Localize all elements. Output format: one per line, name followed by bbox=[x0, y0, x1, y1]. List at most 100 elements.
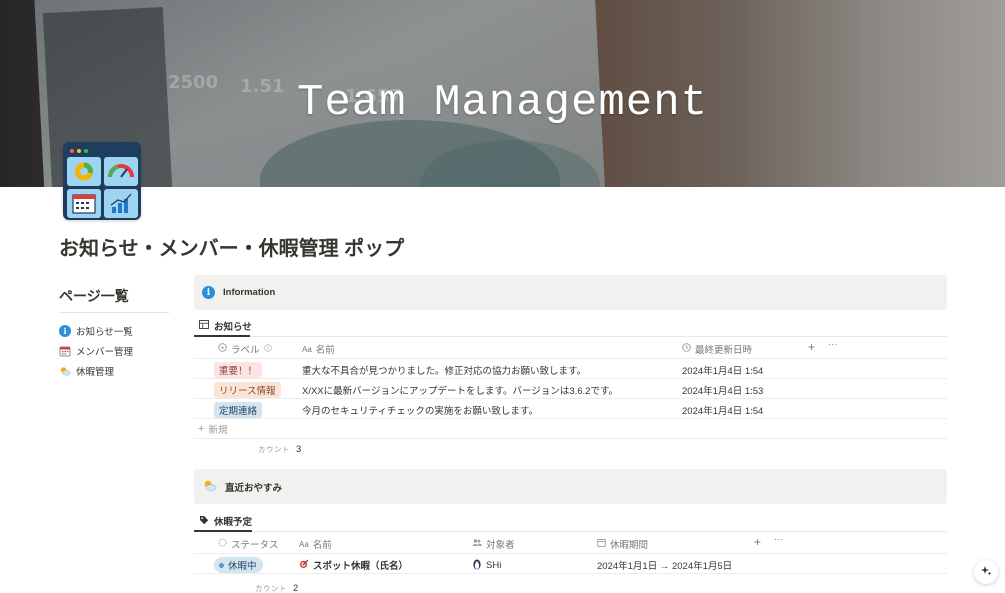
name-text: スポット休暇（氏名） bbox=[313, 561, 409, 572]
nav-item-label: メンバー管理 bbox=[76, 347, 134, 358]
recent-vacation-callout[interactable]: 直近おやすみ bbox=[194, 469, 947, 504]
bar-chart-icon bbox=[104, 189, 138, 218]
table-icon bbox=[199, 320, 209, 332]
active-tab-indicator bbox=[194, 335, 250, 337]
pie-chart-icon bbox=[67, 157, 101, 186]
status-dot-icon bbox=[219, 562, 224, 568]
column-header-text: 休暇期間 bbox=[610, 540, 649, 551]
dashboard-grid bbox=[67, 157, 138, 218]
column-header-text: 対象者 bbox=[486, 540, 515, 551]
person-cell[interactable]: SHi bbox=[472, 558, 501, 573]
count-value: 2 bbox=[293, 583, 299, 593]
tab-announcements[interactable]: お知らせ bbox=[199, 319, 252, 333]
info-outline-icon bbox=[263, 343, 272, 355]
status-text: 休暇中 bbox=[228, 561, 257, 572]
callout-title: 直近おやすみ bbox=[225, 482, 283, 494]
clock-icon bbox=[682, 343, 691, 355]
label-cell[interactable]: 重要！！ bbox=[214, 362, 263, 378]
window-dot-icon bbox=[84, 148, 88, 153]
sparkle-assistant-button[interactable] bbox=[974, 560, 998, 584]
row-count: カウント 3 bbox=[258, 444, 301, 455]
label-tag: 定期連絡 bbox=[214, 402, 263, 418]
name-cell[interactable]: X/XXに最新バージョンにアップデートをします。バージョンは3.6.2です。 bbox=[302, 383, 618, 397]
calendar-grid-icon bbox=[67, 189, 101, 218]
table-row[interactable]: 休暇中 スポット休暇（氏名） SHi 2024年1月1日 → 2024年1月5日 bbox=[194, 554, 947, 574]
table-row[interactable]: リリース情報 X/XXに最新バージョンにアップデートをします。バージョンは3.6… bbox=[194, 379, 947, 399]
period-cell: 2024年1月1日 → 2024年1月5日 bbox=[597, 561, 733, 572]
column-header-name[interactable]: Aa 名前 bbox=[302, 342, 335, 357]
label-tag: リリース情報 bbox=[214, 382, 281, 398]
more-options-button[interactable]: ··· bbox=[774, 534, 784, 545]
column-header-text: 最終更新日時 bbox=[695, 345, 753, 356]
column-header-text: ステータス bbox=[231, 540, 279, 551]
name-cell[interactable]: 重大な不具合が見つかりました。修正対応の協力お願い致します。 bbox=[302, 363, 586, 377]
text-property-icon: Aa bbox=[302, 344, 312, 354]
page-list-heading: ページ一覧 bbox=[59, 286, 169, 313]
window-dot-icon bbox=[70, 148, 74, 153]
nav-item-vacation[interactable]: 休暇管理 bbox=[59, 361, 169, 381]
people-icon bbox=[472, 538, 482, 550]
plus-icon: + bbox=[198, 422, 205, 435]
nav-item-members[interactable]: メンバー管理 bbox=[59, 341, 169, 361]
updated-cell: 2024年1月4日 1:53 bbox=[682, 386, 764, 397]
nav-item-label: お知らせ一覧 bbox=[76, 327, 133, 338]
window-dot-icon bbox=[77, 148, 81, 153]
info-icon: i bbox=[202, 286, 215, 299]
name-cell[interactable]: 今月のセキュリティチェックの実施をお願い致します。 bbox=[302, 403, 538, 417]
column-header-status[interactable]: ステータス bbox=[218, 537, 279, 551]
count-label: カウント bbox=[255, 584, 287, 593]
name-cell[interactable]: スポット休暇（氏名） bbox=[299, 558, 408, 572]
status-property-icon bbox=[218, 538, 227, 550]
select-property-icon bbox=[218, 343, 227, 355]
column-header-period[interactable]: 休暇期間 bbox=[597, 537, 648, 551]
updated-cell: 2024年1月4日 1:54 bbox=[682, 366, 764, 377]
page-cover[interactable]: 2500 1.51 1.657 Team Management bbox=[0, 0, 1005, 187]
information-callout[interactable]: i Information bbox=[194, 275, 947, 310]
person-name: SHi bbox=[486, 560, 502, 571]
nav-item-label: 休暇管理 bbox=[76, 367, 115, 378]
new-row-label: 新規 bbox=[208, 424, 228, 436]
add-property-button[interactable]: + bbox=[808, 340, 815, 354]
column-header-text: 名前 bbox=[315, 345, 335, 356]
add-property-button[interactable]: + bbox=[754, 535, 761, 549]
status-badge: 休暇中 bbox=[214, 557, 263, 573]
vacation-table-header: ステータス Aa 名前 対象者 休暇期間 + ··· bbox=[194, 533, 947, 554]
more-options-button[interactable]: ··· bbox=[828, 339, 838, 350]
info-icon: i bbox=[59, 325, 71, 337]
table-row[interactable]: 重要！！ 重大な不具合が見つかりました。修正対応の協力お願い致します。 2024… bbox=[194, 359, 947, 379]
sun-cloud-icon bbox=[202, 479, 217, 495]
tab-underline bbox=[194, 530, 947, 532]
row-count: カウント 2 bbox=[255, 583, 298, 593]
active-tab-indicator bbox=[194, 530, 252, 532]
column-header-updated[interactable]: 最終更新日時 bbox=[682, 342, 752, 356]
penguin-avatar-icon bbox=[472, 558, 482, 573]
column-header-text: 名前 bbox=[312, 540, 332, 551]
column-header-label[interactable]: ラベル bbox=[218, 342, 272, 356]
callout-title: Information bbox=[223, 287, 276, 298]
dashboard-icon[interactable] bbox=[63, 142, 141, 220]
label-cell[interactable]: 定期連絡 bbox=[214, 402, 263, 418]
column-header-text: ラベル bbox=[231, 345, 260, 356]
calendar-outline-icon bbox=[597, 538, 606, 550]
updated-cell: 2024年1月4日 1:54 bbox=[682, 406, 764, 417]
table-row[interactable]: 定期連絡 今月のセキュリティチェックの実施をお願い致します。 2024年1月4日… bbox=[194, 399, 947, 419]
announcements-table-header: ラベル Aa 名前 最終更新日時 + ··· bbox=[194, 338, 947, 359]
tag-icon bbox=[199, 515, 209, 528]
label-cell[interactable]: リリース情報 bbox=[214, 382, 281, 398]
gauge-icon bbox=[104, 157, 138, 186]
tab-underline bbox=[194, 335, 947, 337]
label-tag: 重要！！ bbox=[214, 362, 263, 378]
count-label: カウント bbox=[258, 445, 290, 454]
page-list-nav: ページ一覧 i お知らせ一覧 メンバー管理 休暇管理 bbox=[59, 286, 169, 381]
column-header-person[interactable]: 対象者 bbox=[472, 537, 515, 551]
window-bar bbox=[67, 146, 137, 155]
text-property-icon: Aa bbox=[299, 539, 309, 549]
tab-vacation-schedule[interactable]: 休暇予定 bbox=[199, 514, 252, 528]
nav-item-announcements[interactable]: i お知らせ一覧 bbox=[59, 321, 169, 341]
count-value: 3 bbox=[296, 444, 302, 455]
sun-cloud-icon bbox=[59, 365, 71, 377]
column-header-name[interactable]: Aa 名前 bbox=[299, 537, 332, 552]
page-title[interactable]: お知らせ・メンバー・休暇管理 ポップ bbox=[59, 232, 404, 261]
status-cell[interactable]: 休暇中 bbox=[214, 557, 263, 573]
new-row-button[interactable]: + 新規 bbox=[194, 419, 947, 439]
